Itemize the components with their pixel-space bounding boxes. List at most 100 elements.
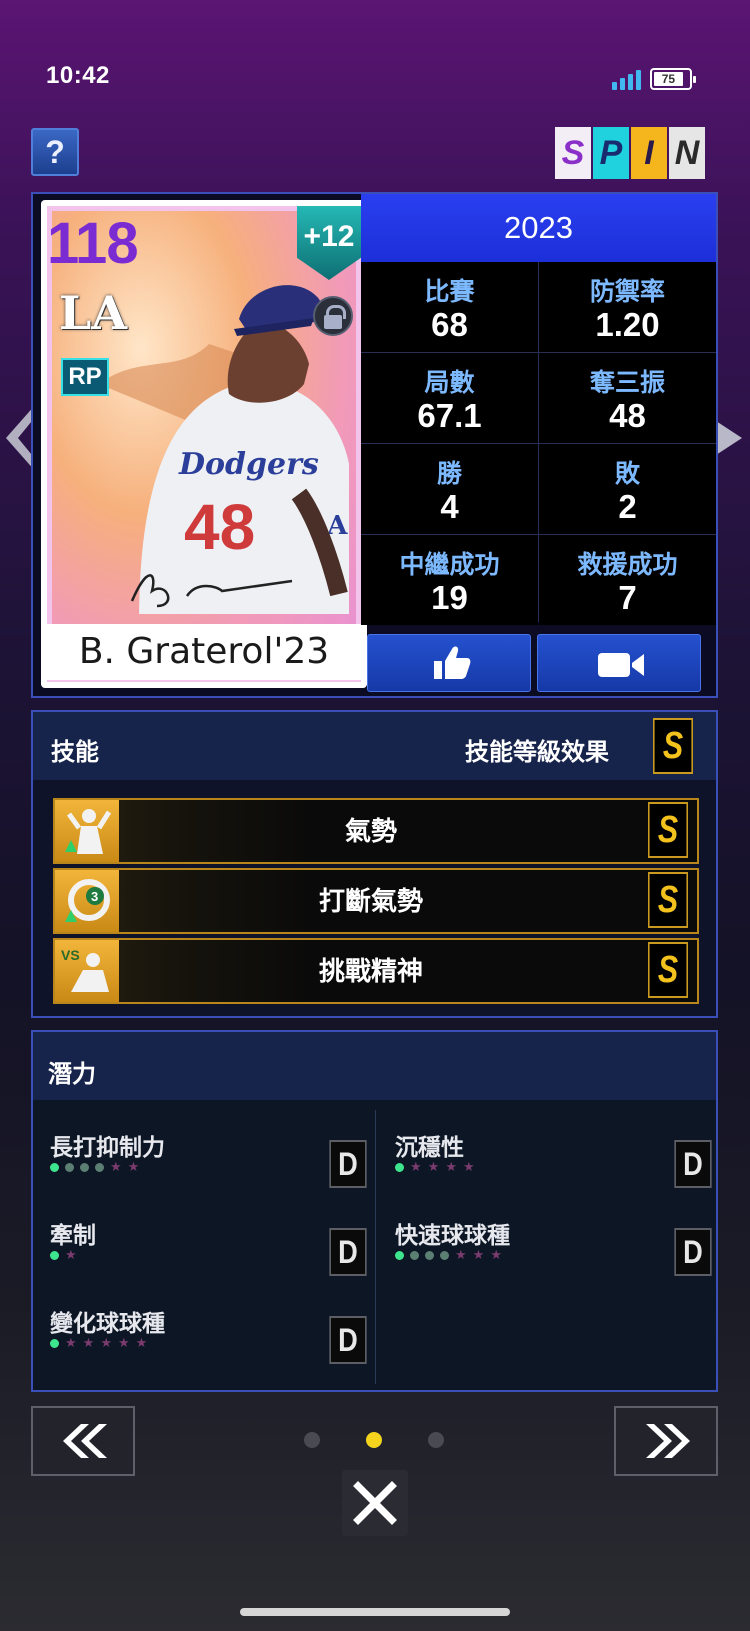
star-icon: ★ xyxy=(65,1247,77,1262)
position-badge: RP xyxy=(61,358,109,396)
stat-label: 中繼成功 xyxy=(399,551,500,579)
spin-letter: P xyxy=(593,127,629,179)
potential-item[interactable]: 快速球球種 ★ ★ ★ D xyxy=(395,1216,715,1286)
home-indicator xyxy=(240,1608,510,1616)
stat-era: 防禦率 1.20 xyxy=(539,262,716,352)
page-indicator-dot xyxy=(304,1432,320,1448)
player-name: B. Graterol'23 xyxy=(41,624,367,680)
skill-level-effect-grade[interactable]: S xyxy=(653,718,693,774)
stat-losses: 敗 2 xyxy=(539,444,716,534)
next-page-button[interactable] xyxy=(614,1406,718,1476)
svg-text:VS: VS xyxy=(61,947,80,963)
potential-name: 長打抑制力 xyxy=(50,1134,165,1160)
potential-level: ★ ★ ★ xyxy=(395,1247,502,1262)
grid-divider xyxy=(361,534,716,535)
spin-letter: S xyxy=(555,127,591,179)
star-icon: ★ xyxy=(462,1159,475,1174)
previous-page-button[interactable] xyxy=(31,1406,135,1476)
card-artwork: 48 Dodgers LA xyxy=(47,206,361,682)
skill-grade: S xyxy=(648,942,688,998)
star-icon: ★ xyxy=(117,1335,130,1350)
column-divider xyxy=(375,1110,376,1384)
level-dot xyxy=(410,1250,419,1260)
skill-grade: S xyxy=(648,872,688,928)
stat-games: 比賽 68 xyxy=(361,262,538,352)
stat-holds: 中繼成功 19 xyxy=(361,535,538,625)
stat-wins: 勝 4 xyxy=(361,444,538,534)
skills-header: 技能 技能等級效果 S xyxy=(33,712,716,780)
star-icon: ★ xyxy=(100,1335,112,1350)
team-logo: LA xyxy=(59,286,128,340)
stat-value: 19 xyxy=(431,579,468,616)
skill-row[interactable]: VS 挑戰精神 S xyxy=(53,938,699,1004)
skill-name: 氣勢 xyxy=(344,816,397,846)
skill-name: 挑戰精神 xyxy=(318,956,423,986)
level-dot xyxy=(50,1338,59,1348)
signature xyxy=(130,574,293,608)
star-icon: ★ xyxy=(135,1335,148,1350)
page-indicator-dot xyxy=(428,1432,444,1448)
potential-name: 牽制 xyxy=(50,1222,96,1248)
double-chevron-left-icon xyxy=(63,1424,107,1458)
video-button[interactable] xyxy=(537,634,701,692)
spin-letter: N xyxy=(669,127,705,179)
spin-logo: S P I N xyxy=(555,127,705,179)
star-icon: ★ xyxy=(427,1159,440,1174)
stat-innings: 局數 67.1 xyxy=(361,353,538,443)
player-portrait: 48 Dodgers LA xyxy=(99,285,349,614)
skill-name: 打斷氣勢 xyxy=(318,886,423,916)
potential-grade: D xyxy=(329,1228,367,1276)
battery-icon: 75 xyxy=(650,68,696,90)
grid-divider xyxy=(361,352,716,353)
stat-label: 比賽 xyxy=(424,278,475,306)
level-dot xyxy=(50,1250,59,1260)
break-momentum-icon: 3 xyxy=(55,870,119,932)
stat-value: 68 xyxy=(431,306,468,343)
star-icon: ★ xyxy=(490,1247,502,1262)
star-icon: ★ xyxy=(127,1159,140,1174)
star-icon: ★ xyxy=(410,1159,422,1174)
potential-name: 快速球球種 xyxy=(395,1222,510,1248)
svg-text:Dodgers: Dodgers xyxy=(178,447,319,482)
momentum-icon xyxy=(55,800,119,862)
svg-text:48: 48 xyxy=(184,491,255,563)
skills-panel: 技能 技能等級效果 S 氣勢 S 3 打斷氣勢 S VS 挑戰精神 S xyxy=(31,710,718,1018)
potential-item[interactable]: 變化球球種 ★ ★ ★ ★ ★ D xyxy=(50,1304,370,1374)
stat-label: 局數 xyxy=(424,369,475,397)
level-dot xyxy=(65,1162,74,1172)
stat-value: 2 xyxy=(618,488,637,525)
close-button[interactable] xyxy=(342,1470,408,1536)
potential-name: 沉穩性 xyxy=(395,1134,464,1160)
skills-title: 技能 xyxy=(51,739,99,766)
stat-label: 奪三振 xyxy=(589,369,665,397)
lock-icon[interactable] xyxy=(313,296,353,336)
potential-item[interactable]: 長打抑制力 ★ ★ D xyxy=(50,1128,370,1198)
overall-rating: 118 xyxy=(47,211,139,276)
potential-panel: 潛力 長打抑制力 ★ ★ D 沉穩性 ★ ★ ★ ★ D 牽制 ★ D 快速球球種 ★ ★… xyxy=(31,1030,718,1392)
stat-value: 48 xyxy=(609,397,646,434)
level-dot xyxy=(395,1162,404,1172)
grid-divider xyxy=(538,262,539,622)
help-button[interactable]: ? xyxy=(31,128,79,176)
battery-level: 75 xyxy=(654,72,683,86)
star-icon: ★ xyxy=(65,1335,77,1350)
potential-title: 潛力 xyxy=(48,1061,96,1088)
stat-label: 救援成功 xyxy=(577,551,678,579)
player-card[interactable]: 48 Dodgers LA 118 LA RP +12 B. Graterol'… xyxy=(41,200,367,688)
like-button[interactable] xyxy=(367,634,531,692)
stat-strikeouts: 奪三振 48 xyxy=(539,353,716,443)
potential-level: ★ xyxy=(50,1247,77,1262)
grid-divider xyxy=(361,443,716,444)
potential-item[interactable]: 牽制 ★ D xyxy=(50,1216,370,1286)
double-chevron-right-icon xyxy=(646,1424,690,1458)
level-dot xyxy=(50,1162,59,1172)
potential-grade: D xyxy=(329,1316,367,1364)
status-time: 10:42 xyxy=(46,62,110,89)
star-icon: ★ xyxy=(82,1335,95,1350)
skill-row[interactable]: 3 打斷氣勢 S xyxy=(53,868,699,934)
skill-row[interactable]: 氣勢 S xyxy=(53,798,699,864)
potential-item[interactable]: 沉穩性 ★ ★ ★ ★ D xyxy=(395,1128,715,1198)
svg-text:3: 3 xyxy=(91,889,98,904)
close-icon xyxy=(353,1481,397,1525)
star-icon: ★ xyxy=(455,1247,467,1262)
